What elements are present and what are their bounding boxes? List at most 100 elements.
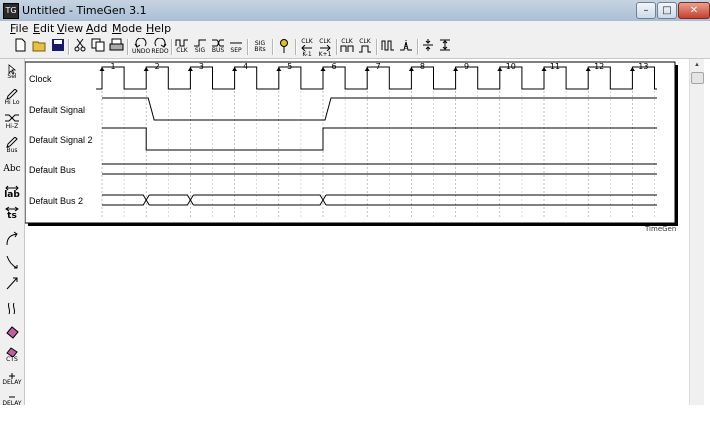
- hi-lo-tool-label: Hi Lo: [4, 99, 20, 106]
- new-file-button[interactable]: [12, 38, 28, 56]
- remove-space-button[interactable]: [438, 38, 452, 56]
- text-tool[interactable]: Abc: [2, 160, 22, 180]
- open-folder-icon: [32, 41, 45, 52]
- close-button[interactable]: ✕: [678, 2, 710, 19]
- curve-arrow-icon: [6, 231, 18, 246]
- clock-grow-icon: [359, 45, 371, 53]
- menu-add[interactable]: Add: [86, 22, 107, 35]
- signal-bits-button[interactable]: SIG Bits: [251, 38, 269, 56]
- undo-label: UNDO: [132, 48, 151, 55]
- toolbar-separator: [272, 39, 274, 55]
- open-file-button[interactable]: [31, 38, 47, 56]
- k-minus-label: K-1: [302, 51, 312, 58]
- menu-file[interactable]: File: [10, 22, 28, 35]
- cts-tool-label: CTS: [6, 356, 18, 363]
- scrollbar-thumb[interactable]: [691, 72, 704, 84]
- signal-name: Default Signal 2: [29, 135, 93, 145]
- menu-view[interactable]: View: [57, 22, 83, 35]
- toolbar-separator: [376, 39, 378, 55]
- break-tool[interactable]: [2, 301, 22, 321]
- clock-right-button[interactable]: CLK K+1: [317, 38, 333, 58]
- separator-line-icon: [230, 42, 242, 44]
- label-tool-label: lab: [4, 190, 20, 200]
- app-icon[interactable]: TG: [3, 3, 19, 19]
- remove-delay-tool[interactable]: DELAY: [2, 393, 22, 413]
- edge-icon: [400, 40, 412, 51]
- clock-shrink-icon: [340, 45, 354, 52]
- menu-help[interactable]: Help: [146, 22, 171, 35]
- vertical-scrollbar[interactable]: ▲: [689, 59, 704, 405]
- brand-label: TimeGen: [645, 225, 677, 233]
- label-tool[interactable]: lab: [2, 185, 22, 205]
- maximize-button[interactable]: □: [657, 2, 677, 19]
- straight-arrow-icon: [6, 277, 18, 290]
- add-separator-button[interactable]: SEP: [228, 38, 244, 56]
- curve-arrow-tool[interactable]: [2, 231, 22, 251]
- redo-button[interactable]: REDO: [151, 38, 169, 56]
- clock-shrink-button[interactable]: CLK: [339, 38, 355, 56]
- redo-arrow-icon: [154, 38, 167, 48]
- hi-lo-tool[interactable]: Hi Lo: [2, 89, 22, 109]
- signal-wave-icon: [194, 39, 206, 47]
- bus-wave-icon: [212, 39, 224, 47]
- cut-button[interactable]: [73, 38, 87, 56]
- add-signal-button[interactable]: SIG: [192, 38, 208, 56]
- add-signal-label: SIG: [194, 47, 206, 54]
- hi-z-tool[interactable]: Hi-Z: [2, 113, 22, 133]
- toolbar-separator: [417, 39, 419, 55]
- edge-button[interactable]: [398, 38, 414, 56]
- pulse-button[interactable]: [380, 38, 396, 56]
- clock-left-button[interactable]: CLK K-1: [299, 38, 315, 58]
- printer-icon: [109, 38, 123, 51]
- bus-tool[interactable]: Bus: [2, 137, 22, 157]
- line-tool[interactable]: [2, 275, 22, 295]
- add-delay-tool[interactable]: DELAY: [2, 372, 22, 392]
- add-clock-button[interactable]: CLK: [174, 38, 190, 56]
- toolbar-separator: [295, 39, 297, 55]
- cts-tool[interactable]: CTS: [2, 347, 22, 367]
- add-clock-label: CLK: [176, 47, 188, 54]
- title-bar: TG Untitled - TimeGen 3.1 – □ ✕: [0, 0, 710, 21]
- toolbar-separator: [68, 39, 70, 55]
- toolbar-separator: [336, 39, 338, 55]
- clock-wave-icon: [175, 39, 188, 47]
- save-button[interactable]: [50, 38, 66, 56]
- insert-space-button[interactable]: [421, 38, 435, 56]
- select-tool[interactable]: Sel: [2, 64, 22, 84]
- k-plus-label: K+1: [318, 51, 332, 58]
- add-separator-label: SEP: [230, 47, 242, 54]
- toolbar-separator: [247, 39, 249, 55]
- timing-tool[interactable]: ts: [2, 206, 22, 226]
- pin-icon: [280, 39, 288, 53]
- remove-space-icon: [440, 39, 450, 51]
- scroll-up-arrow-icon[interactable]: ▲: [691, 60, 703, 70]
- undo-button[interactable]: UNDO: [132, 38, 150, 56]
- signal-bits-label: SIG Bits: [254, 40, 266, 53]
- menu-mode[interactable]: Mode: [112, 22, 142, 35]
- clock-right-label: CLK: [319, 38, 331, 45]
- diagram-frame: [25, 61, 676, 224]
- eraser-tool[interactable]: [2, 325, 22, 345]
- signal-name: Default Bus: [29, 165, 76, 175]
- curve-line-tool[interactable]: [2, 254, 22, 274]
- timing-tool-label: ts: [7, 211, 17, 221]
- diagram-canvas[interactable]: 1 2 3 4 5 6 7 8 9 10 11 12 13 Clock Default Signal Def…: [25, 59, 689, 405]
- signal-name: Default Bus 2: [29, 196, 83, 206]
- clock-grow-label: CLK: [359, 38, 371, 45]
- bus-tool-label: Bus: [6, 147, 18, 154]
- print-button[interactable]: [108, 38, 124, 56]
- add-bus-button[interactable]: BUS: [210, 38, 226, 56]
- undo-arrow-icon: [134, 38, 147, 48]
- clock-grow-button[interactable]: CLK: [357, 38, 373, 56]
- copy-icon: [91, 38, 105, 52]
- properties-button[interactable]: [277, 38, 291, 56]
- add-delay-label: DELAY: [2, 379, 22, 386]
- curve-line-icon: [6, 255, 18, 269]
- signal-name: Clock: [29, 74, 52, 84]
- toolbar-separator: [127, 39, 129, 55]
- copy-button[interactable]: [91, 38, 105, 56]
- window-title: Untitled - TimeGen 3.1: [22, 4, 147, 17]
- menu-bar: File Edit View Add Mode Help: [0, 21, 710, 38]
- menu-edit[interactable]: Edit: [33, 22, 54, 35]
- minimize-button[interactable]: –: [636, 2, 656, 19]
